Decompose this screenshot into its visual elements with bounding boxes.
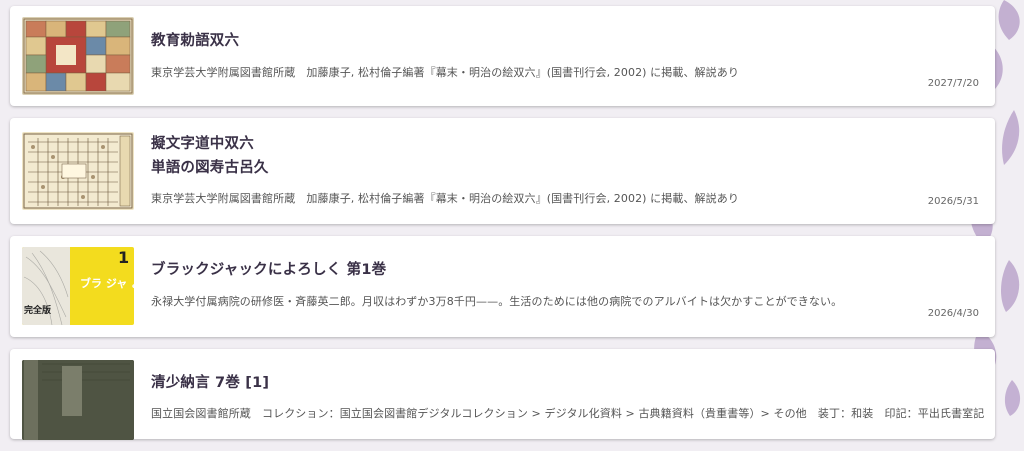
list-item[interactable]: 擬文字道中双六 単語の図寿古呂久 東京学芸大学附属図書館所蔵 加藤康子, 松村倫… [10,118,995,224]
list-item[interactable]: 1 ブラ ジャ よろ 完全版 ブラックジャックによろしく 第1巻 永禄大学付属病… [10,236,995,337]
item-title[interactable]: 清少納言 7巻 [1] [151,371,269,392]
item-date: 2026/4/30 [927,308,979,319]
sugoroku-board-thumbnail [22,132,134,210]
sugoroku-board-thumbnail [22,17,134,95]
item-date: 2027/7/20 [927,78,979,89]
manga-edition-label: 完全版 [24,304,51,316]
list-item[interactable]: 教育勅語双六 東京学芸大学附属図書館所蔵 加藤康子, 松村倫子編著『幕末・明治の… [10,6,995,106]
list-item[interactable]: 清少納言 7巻 [1] 国立国会図書館所蔵 コレクション：国立国会図書館デジタル… [10,349,995,440]
old-book-thumbnail [22,360,134,440]
manga-title-fragment: ブラ ジャ よろ [80,276,134,290]
item-subtitle[interactable]: 単語の図寿古呂久 [151,156,269,177]
item-title[interactable]: 擬文字道中双六 [151,132,254,153]
item-description: 東京学芸大学附属図書館所蔵 加藤康子, 松村倫子編著『幕末・明治の絵双六』(国書… [151,192,739,205]
item-title[interactable]: ブラックジャックによろしく 第1巻 [151,258,386,279]
item-list: 教育勅語双六 東京学芸大学附属図書館所蔵 加藤康子, 松村倫子編著『幕末・明治の… [10,6,995,451]
item-title[interactable]: 教育勅語双六 [151,29,239,50]
item-description: 東京学芸大学附属図書館所蔵 加藤康子, 松村倫子編著『幕末・明治の絵双六』(国書… [151,66,739,79]
item-description: 永禄大学付属病院の研修医・斉藤英二郎。月収はわずか3万8千円——。生活のためには… [151,295,843,308]
manga-volume-number: 1 [118,248,129,267]
item-date: 2026/5/31 [927,196,979,207]
item-description: 国立国会図書館所蔵 コレクション：国立国会図書館デジタルコレクション > デジタ… [151,407,985,420]
manga-cover-thumbnail: 1 ブラ ジャ よろ 完全版 [22,247,134,325]
